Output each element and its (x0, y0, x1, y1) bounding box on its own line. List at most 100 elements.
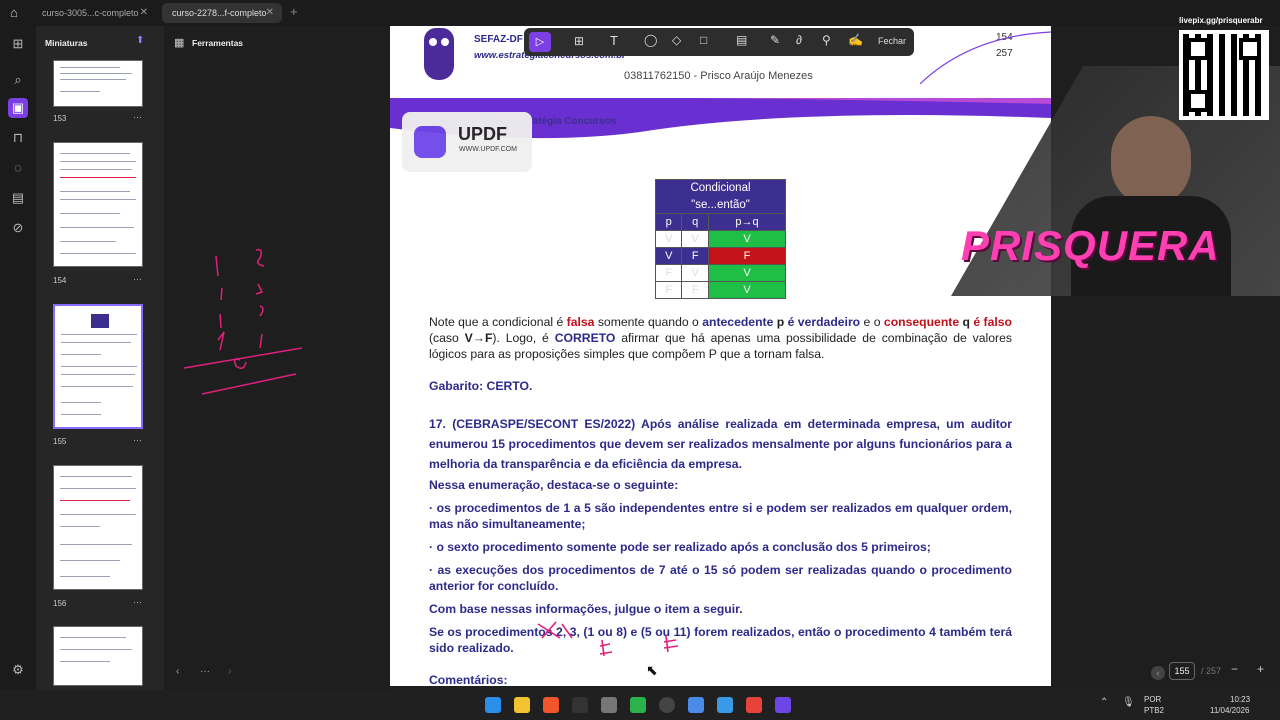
question-intro: Nessa enumeração, destaca-se o seguinte: (429, 478, 679, 492)
header-curve (919, 31, 1051, 85)
table-row: F V V (654, 264, 787, 282)
tray-chevron-icon[interactable]: ⌃ (1100, 697, 1108, 708)
table-cell: F (654, 264, 683, 282)
language-code[interactable]: POR (1144, 695, 1161, 704)
cursor-icon: ⬉ (646, 662, 658, 678)
tools-area: ▦ Ferramentas ‹ ··· › (164, 26, 390, 720)
pin-icon[interactable]: ⬆ (136, 35, 144, 46)
bullet-2: · o sexto procedimento somente pode ser … (429, 540, 931, 554)
more-icon[interactable]: ··· (133, 274, 142, 284)
prev-page-icon[interactable]: ‹ (1151, 666, 1165, 680)
shape-tool-icon[interactable]: □ (700, 33, 707, 47)
updf-app-icon[interactable] (775, 697, 791, 713)
brave-icon[interactable] (543, 697, 559, 713)
grid-icon[interactable]: ⊞ (8, 34, 28, 54)
clock-date[interactable]: 11/04/2026 (1210, 706, 1249, 715)
obs-icon[interactable] (659, 697, 675, 713)
table-cell: F (707, 247, 787, 265)
table-subtitle: "se...então" (655, 196, 786, 214)
close-icon[interactable]: ✕ (266, 7, 274, 18)
table-cell: V (681, 230, 709, 248)
collapse-arrow-icon[interactable]: ‹ (176, 666, 179, 677)
table-cell: V (654, 230, 683, 248)
comment-tool-icon[interactable]: ◯ (644, 33, 657, 47)
tab-label: curso-2278...f-completo (172, 8, 267, 18)
thumbnails-panel: Miniaturas ⬆ 153 ··· 154 ··· 155 ··· 156… (36, 26, 164, 720)
truth-table: Condicional "se...então" p q p→q V V V V… (654, 179, 787, 299)
attach-tool-icon[interactable]: ∂ (796, 33, 802, 47)
thumbnail-page-156[interactable] (53, 465, 143, 590)
page-number: 155 (53, 437, 67, 446)
home-icon[interactable]: ⌂ (10, 5, 26, 21)
column-header: p→q (707, 213, 787, 231)
owner-line: 03811762150 - Prisco Araújo Menezes (624, 70, 813, 82)
mic-icon[interactable]: 🎙 (1122, 697, 1135, 708)
more-icon[interactable]: ··· (200, 666, 210, 677)
zoom-in-icon[interactable]: + (1257, 662, 1264, 676)
table-row: F F V (654, 281, 787, 299)
terminal-icon[interactable] (572, 697, 588, 713)
settings-icon[interactable]: ⚙ (8, 660, 28, 680)
thumbnail-page-153[interactable] (53, 60, 143, 107)
table-title: Condicional (655, 179, 786, 197)
handwriting-annotation (183, 248, 303, 395)
table-cell: F (681, 281, 709, 299)
owl-logo (424, 28, 454, 80)
thumbnail-page-155[interactable] (53, 304, 143, 429)
app-icon[interactable] (601, 697, 617, 713)
question-instruction: Com base nessas informações, julgue o it… (429, 602, 743, 616)
next-arrow-icon[interactable]: › (228, 666, 231, 677)
stamp-person-icon[interactable]: ⚲ (822, 33, 831, 47)
app-icon[interactable] (717, 697, 733, 713)
app-icon[interactable] (688, 697, 704, 713)
tab-document-2[interactable]: curso-2278...f-completo ✕ (162, 3, 282, 23)
app-icon[interactable] (746, 697, 762, 713)
more-icon[interactable]: ··· (133, 435, 142, 445)
whatsapp-icon[interactable] (630, 697, 646, 713)
attachment-icon[interactable]: ⊘ (8, 218, 28, 238)
close-icon[interactable]: ✕ (140, 7, 148, 18)
pencil-tool-icon[interactable]: ✎ (770, 33, 780, 47)
page-input[interactable]: 155 (1169, 662, 1195, 680)
zoom-out-icon[interactable]: − (1231, 662, 1238, 676)
thumbnail-page-157[interactable] (53, 626, 143, 686)
clock-time[interactable]: 10:23 (1230, 695, 1250, 704)
table-cell: V (707, 230, 787, 248)
annotation-toolbar: ▷ ⊞ T ◯ ◇ □ ▤ ✎ ∂ ⚲ ✍ Fechar (524, 28, 914, 56)
keyboard-layout[interactable]: PTB2 (1144, 706, 1164, 715)
column-header: q (681, 213, 709, 231)
tab-label: curso-3005...c-completo (42, 8, 139, 18)
more-icon[interactable]: ··· (133, 597, 142, 607)
bookmark-icon[interactable]: ⊓ (8, 128, 28, 148)
page-number: 154 (53, 276, 67, 285)
left-rail: ⊞ ⌕ ▣ ⊓ ◌ ▤ ⊘ ⚙ (0, 26, 36, 720)
highlight-tool-icon[interactable]: ◇ (672, 33, 681, 47)
right-pane: PRISQUERA livepix.gg/prisquerabr ‹ 155 /… (951, 16, 1280, 686)
bullet-1: · os procedimentos de 1 a 5 são independ… (429, 501, 1012, 531)
new-tab-icon[interactable]: + (290, 4, 298, 19)
question-item: Se os procedimentos 2, 3, (1 ou 8) e (5 … (429, 625, 1012, 655)
stamp-tool-icon[interactable]: ▤ (736, 33, 747, 47)
page-icon[interactable]: ▤ (8, 188, 28, 208)
thumbnails-icon[interactable]: ▣ (8, 98, 28, 118)
thumbnail-page-154[interactable] (53, 142, 143, 267)
more-icon[interactable]: ··· (133, 112, 142, 122)
bullet-3: · as execuções dos procedimentos de 7 at… (429, 563, 1012, 593)
search-icon[interactable]: ⌕ (8, 70, 28, 90)
page-total: / 257 (1201, 666, 1222, 676)
tab-document-1[interactable]: curso-3005...c-completo ✕ (32, 3, 156, 23)
signature-tool-icon[interactable]: ✍ (848, 33, 863, 47)
close-button[interactable]: Fechar (878, 36, 906, 46)
start-icon[interactable] (485, 697, 501, 713)
page-number: 153 (53, 114, 67, 123)
select-tool-icon[interactable]: ▷ (529, 32, 551, 52)
textbox-tool-icon[interactable]: ⊞ (574, 34, 584, 48)
file-explorer-icon[interactable] (514, 697, 530, 713)
updf-logo-icon (414, 126, 446, 158)
table-cell: V (707, 281, 787, 299)
page-number: 156 (53, 599, 67, 608)
tools-icon: ▦ (174, 37, 185, 49)
table-cell: V (707, 264, 787, 282)
text-tool-icon[interactable]: T (610, 33, 618, 48)
comment-icon[interactable]: ◌ (8, 158, 28, 178)
